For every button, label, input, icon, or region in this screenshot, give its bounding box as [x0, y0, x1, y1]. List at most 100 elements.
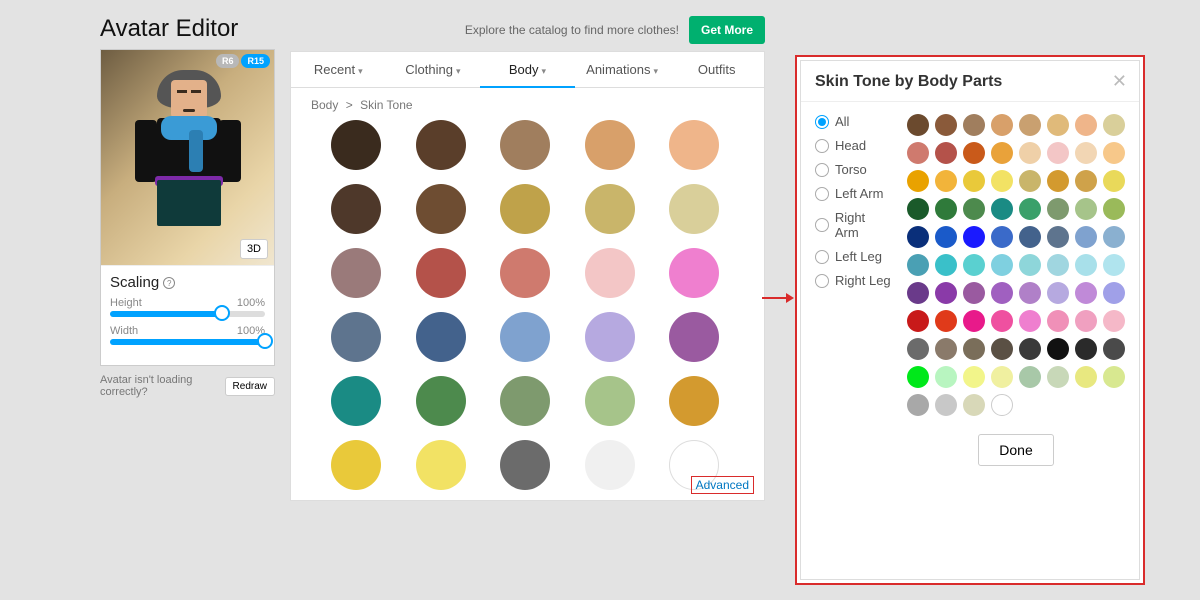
skin-tone-swatch[interactable] — [500, 312, 550, 362]
skin-tone-mini-swatch[interactable] — [1075, 142, 1097, 164]
skin-tone-mini-swatch[interactable] — [963, 282, 985, 304]
skin-tone-mini-swatch[interactable] — [991, 282, 1013, 304]
skin-tone-mini-swatch[interactable] — [963, 170, 985, 192]
skin-tone-mini-swatch[interactable] — [963, 254, 985, 276]
skin-tone-mini-swatch[interactable] — [907, 170, 929, 192]
help-icon[interactable]: ? — [163, 277, 175, 289]
skin-tone-mini-swatch[interactable] — [1075, 282, 1097, 304]
skin-tone-swatch[interactable] — [500, 120, 550, 170]
skin-tone-swatch[interactable] — [669, 248, 719, 298]
tab-recent[interactable]: Recent▾ — [291, 52, 386, 87]
skin-tone-mini-swatch[interactable] — [907, 142, 929, 164]
get-more-button[interactable]: Get More — [689, 16, 765, 44]
skin-tone-swatch[interactable] — [416, 440, 466, 490]
skin-tone-mini-swatch[interactable] — [991, 366, 1013, 388]
skin-tone-mini-swatch[interactable] — [907, 282, 929, 304]
skin-tone-mini-swatch[interactable] — [1019, 254, 1041, 276]
skin-tone-mini-swatch[interactable] — [1103, 366, 1125, 388]
skin-tone-swatch[interactable] — [669, 376, 719, 426]
skin-tone-swatch[interactable] — [585, 376, 635, 426]
advanced-link[interactable]: Advanced — [691, 476, 754, 494]
tab-outfits[interactable]: Outfits — [669, 52, 764, 87]
close-icon[interactable]: ✕ — [1112, 71, 1127, 92]
body-part-radio[interactable]: All — [815, 114, 891, 129]
skin-tone-swatch[interactable] — [585, 312, 635, 362]
skin-tone-mini-swatch[interactable] — [963, 226, 985, 248]
skin-tone-mini-swatch[interactable] — [907, 338, 929, 360]
skin-tone-swatch[interactable] — [500, 184, 550, 234]
skin-tone-swatch[interactable] — [585, 120, 635, 170]
skin-tone-mini-swatch[interactable] — [1019, 310, 1041, 332]
skin-tone-mini-swatch[interactable] — [1047, 366, 1069, 388]
skin-tone-swatch[interactable] — [500, 440, 550, 490]
skin-tone-mini-swatch[interactable] — [991, 198, 1013, 220]
skin-tone-swatch[interactable] — [669, 120, 719, 170]
skin-tone-swatch[interactable] — [669, 184, 719, 234]
skin-tone-mini-swatch[interactable] — [991, 254, 1013, 276]
skin-tone-mini-swatch[interactable] — [935, 310, 957, 332]
skin-tone-mini-swatch[interactable] — [1047, 254, 1069, 276]
skin-tone-mini-swatch[interactable] — [1103, 254, 1125, 276]
skin-tone-mini-swatch[interactable] — [935, 254, 957, 276]
skin-tone-mini-swatch[interactable] — [1047, 338, 1069, 360]
skin-tone-swatch[interactable] — [585, 440, 635, 490]
width-slider[interactable] — [110, 339, 265, 345]
skin-tone-mini-swatch[interactable] — [935, 338, 957, 360]
skin-tone-mini-swatch[interactable] — [1075, 254, 1097, 276]
skin-tone-mini-swatch[interactable] — [963, 114, 985, 136]
skin-tone-swatch[interactable] — [416, 376, 466, 426]
skin-tone-mini-swatch[interactable] — [1075, 226, 1097, 248]
skin-tone-mini-swatch[interactable] — [1047, 170, 1069, 192]
skin-tone-swatch[interactable] — [416, 248, 466, 298]
skin-tone-mini-swatch[interactable] — [1019, 226, 1041, 248]
skin-tone-mini-swatch[interactable] — [1019, 366, 1041, 388]
skin-tone-mini-swatch[interactable] — [1019, 282, 1041, 304]
skin-tone-mini-swatch[interactable] — [907, 394, 929, 416]
skin-tone-mini-swatch[interactable] — [1075, 198, 1097, 220]
skin-tone-mini-swatch[interactable] — [907, 254, 929, 276]
skin-tone-mini-swatch[interactable] — [991, 310, 1013, 332]
skin-tone-swatch[interactable] — [331, 376, 381, 426]
skin-tone-mini-swatch[interactable] — [1047, 114, 1069, 136]
skin-tone-mini-swatch[interactable] — [963, 310, 985, 332]
tab-animations[interactable]: Animations▾ — [575, 52, 670, 87]
skin-tone-swatch[interactable] — [500, 376, 550, 426]
body-part-radio[interactable]: Head — [815, 138, 891, 153]
skin-tone-mini-swatch[interactable] — [1103, 142, 1125, 164]
skin-tone-mini-swatch[interactable] — [1019, 170, 1041, 192]
skin-tone-mini-swatch[interactable] — [963, 142, 985, 164]
skin-tone-mini-swatch[interactable] — [907, 310, 929, 332]
body-part-radio[interactable]: Right Leg — [815, 273, 891, 288]
skin-tone-mini-swatch[interactable] — [935, 198, 957, 220]
skin-tone-mini-swatch[interactable] — [1075, 338, 1097, 360]
skin-tone-mini-swatch[interactable] — [963, 198, 985, 220]
skin-tone-mini-swatch[interactable] — [1047, 310, 1069, 332]
skin-tone-mini-swatch[interactable] — [963, 338, 985, 360]
skin-tone-swatch[interactable] — [331, 248, 381, 298]
skin-tone-mini-swatch[interactable] — [907, 226, 929, 248]
skin-tone-mini-swatch[interactable] — [1103, 338, 1125, 360]
r6-badge[interactable]: R6 — [216, 54, 240, 68]
skin-tone-swatch[interactable] — [669, 312, 719, 362]
height-slider[interactable] — [110, 311, 265, 317]
done-button[interactable]: Done — [978, 434, 1053, 466]
skin-tone-mini-swatch[interactable] — [991, 114, 1013, 136]
skin-tone-mini-swatch[interactable] — [1019, 338, 1041, 360]
skin-tone-mini-swatch[interactable] — [1075, 310, 1097, 332]
skin-tone-swatch[interactable] — [416, 120, 466, 170]
skin-tone-mini-swatch[interactable] — [991, 170, 1013, 192]
skin-tone-mini-swatch[interactable] — [935, 114, 957, 136]
skin-tone-mini-swatch[interactable] — [1047, 198, 1069, 220]
skin-tone-mini-swatch[interactable] — [1019, 114, 1041, 136]
skin-tone-mini-swatch[interactable] — [1103, 226, 1125, 248]
skin-tone-mini-swatch[interactable] — [935, 366, 957, 388]
skin-tone-swatch[interactable] — [416, 184, 466, 234]
skin-tone-mini-swatch[interactable] — [991, 394, 1013, 416]
skin-tone-mini-swatch[interactable] — [935, 226, 957, 248]
skin-tone-mini-swatch[interactable] — [1047, 226, 1069, 248]
skin-tone-mini-swatch[interactable] — [1103, 282, 1125, 304]
r15-badge[interactable]: R15 — [241, 54, 270, 68]
body-part-radio[interactable]: Right Arm — [815, 210, 891, 240]
skin-tone-mini-swatch[interactable] — [1103, 310, 1125, 332]
body-part-radio[interactable]: Left Leg — [815, 249, 891, 264]
